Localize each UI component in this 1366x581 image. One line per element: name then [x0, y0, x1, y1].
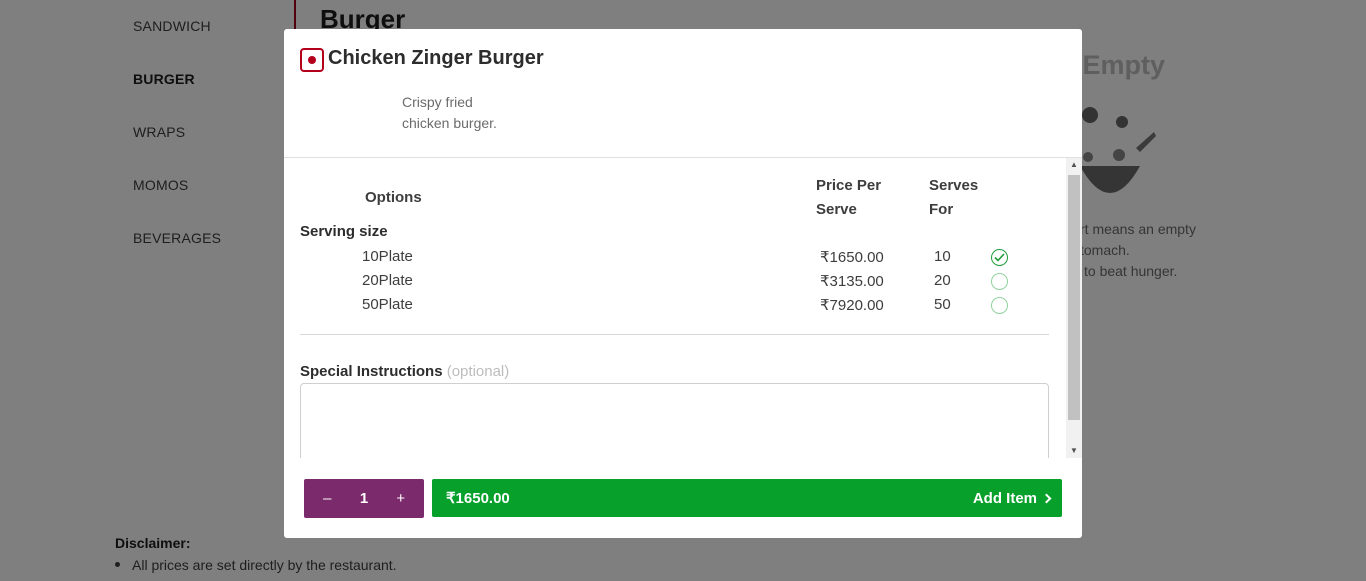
option-price: ₹7920.00: [820, 297, 884, 314]
item-title: Chicken Zinger Burger: [328, 47, 544, 69]
serves-column-header-line2: For: [929, 201, 954, 218]
options-column-header: Options: [365, 189, 422, 206]
serves-column-header-line1: Serves: [929, 177, 979, 194]
option-name: 20Plate: [362, 272, 413, 289]
option-price: ₹1650.00: [820, 249, 884, 266]
add-item-total-price: ₹1650.00: [446, 490, 510, 507]
decrease-quantity-button[interactable]: –: [313, 479, 341, 518]
special-instructions-input[interactable]: [300, 383, 1049, 458]
option-radio[interactable]: [991, 273, 1008, 290]
option-name: 50Plate: [362, 296, 413, 313]
option-row-20plate[interactable]: 20Plate ₹3135.00 20: [284, 270, 1064, 294]
chevron-right-icon: [1041, 493, 1052, 504]
price-column-header-line2: Serve: [816, 201, 857, 218]
option-name: 10Plate: [362, 248, 413, 265]
price-column-header-line1: Price Per: [816, 177, 882, 194]
special-instructions-label: Special Instructions (optional): [300, 363, 510, 380]
option-serves: 50: [934, 296, 951, 313]
option-row-10plate[interactable]: 10Plate ₹1650.00 10: [284, 246, 1064, 270]
serving-size-label: Serving size: [300, 223, 388, 240]
increase-quantity-button[interactable]: +: [387, 479, 415, 518]
optional-hint: (optional): [446, 363, 510, 380]
option-radio[interactable]: [991, 297, 1008, 314]
option-serves: 20: [934, 272, 951, 289]
scrollbar-thumb[interactable]: [1068, 175, 1080, 420]
scrollbar[interactable]: ▲ ▼: [1066, 158, 1082, 458]
scroll-down-icon[interactable]: ▼: [1066, 444, 1082, 458]
add-item-label: Add Item: [972, 489, 1037, 507]
option-price: ₹3135.00: [820, 273, 884, 290]
option-row-50plate[interactable]: 50Plate ₹7920.00 50: [284, 294, 1064, 318]
options-scroll-area[interactable]: Options Price Per Serve Serves For Servi…: [284, 158, 1082, 458]
quantity-stepper: – 1 +: [304, 479, 424, 518]
check-icon: [994, 253, 1005, 262]
non-veg-icon: [300, 48, 324, 72]
scroll-up-icon[interactable]: ▲: [1066, 158, 1082, 172]
add-item-button[interactable]: ₹1650.00 Add Item: [432, 479, 1062, 517]
item-customization-modal: Chicken Zinger Burger Crispy fried chick…: [284, 29, 1082, 538]
quantity-value: 1: [359, 490, 369, 507]
option-radio-checked[interactable]: [991, 249, 1008, 266]
item-description: Crispy fried chicken burger.: [402, 94, 497, 131]
option-serves: 10: [934, 248, 951, 265]
divider: [300, 334, 1049, 335]
